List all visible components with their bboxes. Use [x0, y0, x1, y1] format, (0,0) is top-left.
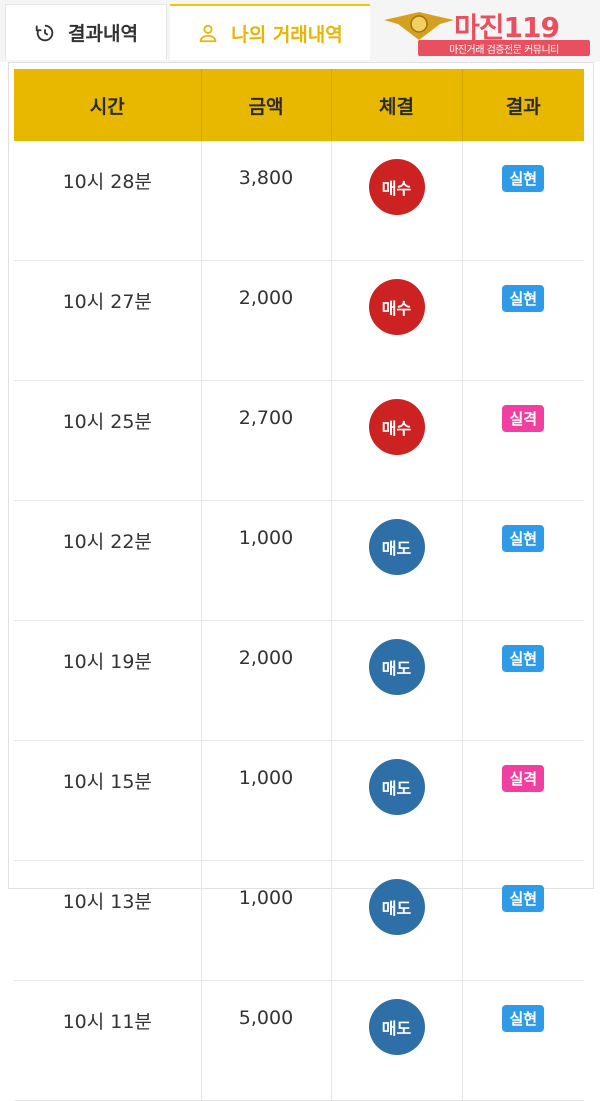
result-cell: 실격: [462, 740, 584, 861]
time-cell: 10시 13분: [14, 860, 202, 981]
time-cell: 10시 15분: [14, 740, 202, 861]
amount-value: 1,000: [238, 887, 294, 909]
result-win-badge: 실현: [502, 165, 545, 192]
header-result: 결과: [462, 69, 584, 141]
time-value: 10시 28분: [62, 171, 152, 193]
result-cell: 실현: [462, 620, 584, 741]
tab-result-history[interactable]: 결과내역: [5, 4, 167, 60]
trade-buy-badge: 매수: [368, 159, 425, 215]
history-icon: [35, 24, 54, 41]
amount-cell: 2,700: [201, 380, 332, 501]
result-lose-badge: 실격: [502, 765, 545, 792]
trade-table-container: 시간 금액 체결 결과 10시 28분 3,800 매수 실현 10시 27분 2,000…: [8, 62, 594, 1101]
result-win-badge: 실현: [502, 285, 545, 312]
time-cell: 10시 25분: [14, 380, 202, 501]
time-value: 10시 25분: [62, 411, 152, 433]
trade-buy-badge: 매수: [368, 279, 425, 335]
site-logo: 마진119 마진거래 검증전문 커뮤니티: [378, 6, 596, 58]
table-row: 10시 27분 2,000 매수 실현: [14, 260, 584, 381]
result-lose-badge: 실격: [502, 405, 545, 432]
time-cell: 10시 22분: [14, 500, 202, 621]
amount-value: 3,800: [238, 167, 294, 189]
trade-cell: 매도: [331, 980, 463, 1101]
table-row: 10시 19분 2,000 매도 실현: [14, 620, 584, 741]
amount-value: 1,000: [238, 527, 294, 549]
time-cell: 10시 27분: [14, 260, 202, 381]
tab-bar: 결과내역 나의 거래내역 마진119 마진거래 검증전문 커뮤니티: [0, 0, 600, 62]
table-row: 10시 13분 1,000 매도 실현: [14, 860, 584, 981]
result-cell: 실현: [462, 141, 584, 261]
result-cell: 실현: [462, 500, 584, 621]
result-cell: 실현: [462, 860, 584, 981]
amount-value: 2,000: [238, 287, 294, 309]
time-cell: 10시 19분: [14, 620, 202, 741]
trade-sell-badge: 매도: [368, 999, 425, 1055]
trade-cell: 매도: [331, 860, 463, 981]
table-row: 10시 22분 1,000 매도 실현: [14, 500, 584, 621]
trade-buy-badge: 매수: [368, 399, 425, 455]
amount-cell: 2,000: [201, 620, 332, 741]
amount-cell: 1,000: [201, 500, 332, 621]
result-win-badge: 실현: [502, 525, 545, 552]
amount-cell: 5,000: [201, 980, 332, 1101]
tab-label: 결과내역: [68, 23, 138, 45]
amount-cell: 3,800: [201, 141, 332, 261]
trade-cell: 매도: [331, 500, 463, 621]
trade-sell-badge: 매도: [368, 639, 425, 695]
trade-cell: 매수: [331, 260, 463, 381]
user-icon: [199, 24, 217, 43]
amount-cell: 2,000: [201, 260, 332, 381]
trade-sell-badge: 매도: [368, 879, 425, 935]
amount-value: 2,000: [238, 647, 294, 669]
time-value: 10시 11분: [62, 1011, 152, 1033]
amount-value: 2,700: [238, 407, 294, 429]
table-row: 10시 11분 5,000 매도 실현: [14, 980, 584, 1101]
logo-subtitle: 마진거래 검증전문 커뮤니티: [418, 40, 590, 56]
trade-cell: 매도: [331, 620, 463, 741]
table-row: 10시 28분 3,800 매수 실현: [14, 141, 584, 261]
table-header-row: 시간 금액 체결 결과: [14, 69, 584, 141]
tab-label: 나의 거래내역: [231, 23, 343, 46]
tab-my-trades[interactable]: 나의 거래내역: [170, 4, 370, 60]
trade-table: 시간 금액 체결 결과 10시 28분 3,800 매수 실현 10시 27분 2,000…: [14, 69, 584, 1101]
amount-cell: 1,000: [201, 860, 332, 981]
result-cell: 실현: [462, 980, 584, 1101]
result-win-badge: 실현: [502, 1005, 545, 1032]
amount-value: 1,000: [238, 767, 294, 789]
result-win-badge: 실현: [502, 885, 545, 912]
police-badge-icon: [384, 12, 454, 40]
header-amount: 금액: [201, 69, 332, 141]
trade-cell: 매도: [331, 740, 463, 861]
trade-cell: 매수: [331, 141, 463, 261]
result-cell: 실현: [462, 260, 584, 381]
time-value: 10시 13분: [62, 891, 152, 913]
time-cell: 10시 28분: [14, 141, 202, 261]
result-win-badge: 실현: [502, 645, 545, 672]
trade-cell: 매수: [331, 380, 463, 501]
header-trade: 체결: [331, 69, 463, 141]
time-value: 10시 15분: [62, 771, 152, 793]
result-cell: 실격: [462, 380, 584, 501]
time-value: 10시 22분: [62, 531, 152, 553]
table-row: 10시 15분 1,000 매도 실격: [14, 740, 584, 861]
table-row: 10시 25분 2,700 매수 실격: [14, 380, 584, 501]
time-value: 10시 19분: [62, 651, 152, 673]
trade-sell-badge: 매도: [368, 519, 425, 575]
time-cell: 10시 11분: [14, 980, 202, 1101]
amount-cell: 1,000: [201, 740, 332, 861]
trade-sell-badge: 매도: [368, 759, 425, 815]
time-value: 10시 27분: [62, 291, 152, 313]
header-time: 시간: [14, 69, 202, 141]
amount-value: 5,000: [238, 1007, 294, 1029]
